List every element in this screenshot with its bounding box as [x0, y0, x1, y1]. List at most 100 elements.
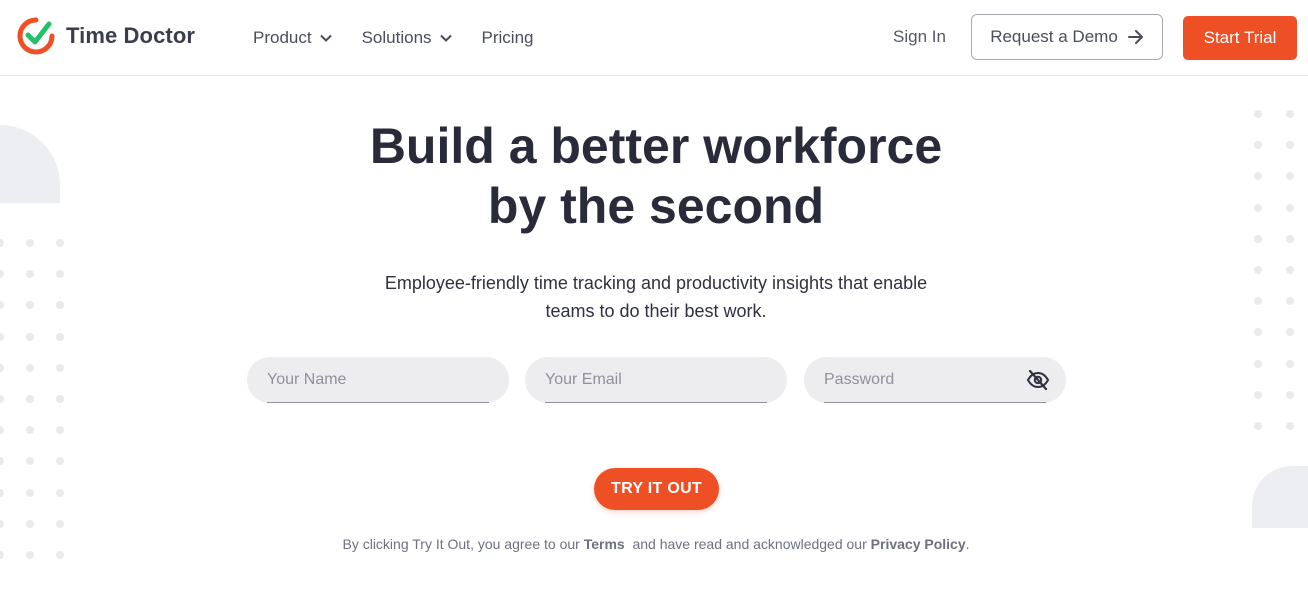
- name-field-wrapper: [247, 357, 509, 403]
- decorative-dot: [1286, 265, 1294, 274]
- time-doctor-logo-icon: [17, 17, 55, 55]
- decorative-dot: [1286, 110, 1294, 118]
- nav-item-label: Pricing: [481, 28, 534, 47]
- decorative-dot: [56, 332, 64, 341]
- nav-item-solutions[interactable]: Solutions: [362, 28, 452, 48]
- input-underline: [267, 402, 489, 403]
- password-field-wrapper: [804, 357, 1066, 403]
- decorative-dot: [26, 301, 34, 310]
- nav-item-label: Solutions: [361, 28, 432, 47]
- hero-headline: Build a better workforce by the second: [300, 116, 1012, 236]
- email-input[interactable]: [545, 357, 765, 403]
- arrow-right-icon: [1127, 30, 1143, 44]
- decorative-dot: [26, 270, 34, 279]
- decorative-dot: [0, 239, 4, 247]
- subline-line-1: Employee-friendly time tracking and prod…: [384, 273, 928, 293]
- decorative-dot: [1254, 110, 1262, 118]
- headline-line-1: Build a better workforce: [369, 118, 943, 174]
- email-field-wrapper: [525, 357, 787, 403]
- headline-line-2: by the second: [487, 178, 825, 234]
- decorative-dot: [26, 239, 34, 247]
- input-underline: [824, 402, 1046, 403]
- main-nav: Product Solutions Pricing: [253, 0, 564, 76]
- chevron-down-icon: [319, 34, 332, 42]
- decorative-dot: [1254, 328, 1262, 337]
- decorative-dot: [0, 426, 4, 435]
- brand-logo[interactable]: Time Doctor: [16, 16, 195, 56]
- decorative-dot: [56, 301, 64, 310]
- name-input[interactable]: [267, 357, 487, 403]
- decorative-dot: [1254, 234, 1262, 243]
- decorative-dot: [1286, 328, 1294, 337]
- legal-prefix: By clicking Try It Out, you agree to our: [342, 536, 580, 552]
- decorative-dot: [56, 519, 64, 528]
- try-it-out-button[interactable]: TRY IT OUT: [594, 468, 719, 510]
- decorative-dot: [0, 394, 4, 403]
- decorative-dot: [1286, 359, 1294, 368]
- input-underline: [545, 402, 767, 403]
- decorative-dot: [1286, 203, 1294, 212]
- legal-middle: and have read and acknowledged our: [632, 536, 867, 552]
- password-input[interactable]: [824, 357, 1044, 403]
- request-demo-button[interactable]: Request a Demo: [971, 14, 1163, 60]
- chevron-down-icon: [439, 34, 452, 42]
- legal-disclaimer: By clicking Try It Out, you agree to our…: [300, 536, 1012, 552]
- decorative-dot: [1286, 297, 1294, 306]
- decorative-dot: [26, 488, 34, 497]
- decorative-dot: [1286, 421, 1294, 430]
- decorative-dot: [26, 457, 34, 466]
- decorative-dot-grid-right: [1254, 110, 1294, 430]
- decorative-dot: [56, 394, 64, 403]
- decorative-dot: [1286, 172, 1294, 181]
- decorative-dot: [26, 363, 34, 372]
- nav-item-product[interactable]: Product: [253, 28, 332, 48]
- decorative-dot: [26, 519, 34, 528]
- brand-name: Time Doctor: [66, 23, 196, 48]
- decorative-dot: [1286, 141, 1294, 150]
- hero-subheadline: Employee-friendly time tracking and prod…: [350, 269, 962, 325]
- eye-slash-icon[interactable]: [1026, 368, 1050, 392]
- decorative-dot: [0, 332, 4, 341]
- sign-in-link[interactable]: Sign In: [893, 27, 946, 47]
- decorative-dot: [26, 394, 34, 403]
- privacy-policy-link[interactable]: Privacy Policy: [871, 536, 966, 552]
- start-trial-button[interactable]: Start Trial: [1183, 16, 1297, 60]
- decorative-dot: [56, 488, 64, 497]
- decorative-shape-left: [0, 125, 60, 203]
- nav-item-label: Product: [253, 28, 312, 47]
- subline-line-2: teams to do their best work.: [545, 301, 767, 321]
- decorative-dot: [0, 550, 4, 559]
- decorative-dot: [1254, 421, 1262, 430]
- decorative-dot: [56, 457, 64, 466]
- decorative-dot: [1254, 172, 1262, 181]
- decorative-dot-grid-left: [0, 239, 64, 559]
- decorative-dot: [0, 301, 4, 310]
- decorative-dot: [56, 270, 64, 279]
- decorative-dot: [56, 363, 64, 372]
- decorative-dot: [0, 363, 4, 372]
- decorative-dot: [26, 550, 34, 559]
- decorative-dot: [56, 239, 64, 247]
- decorative-dot: [0, 270, 4, 279]
- decorative-dot: [0, 457, 4, 466]
- decorative-dot: [1286, 234, 1294, 243]
- terms-link[interactable]: Terms: [584, 536, 625, 552]
- decorative-dot: [1254, 141, 1262, 150]
- decorative-dot: [1254, 265, 1262, 274]
- decorative-shape-right: [1252, 466, 1308, 528]
- request-demo-label: Request a Demo: [990, 27, 1118, 46]
- top-navigation-bar: Time Doctor Product Solutions Pricing Si…: [0, 0, 1308, 76]
- decorative-dot: [26, 332, 34, 341]
- decorative-dot: [0, 488, 4, 497]
- nav-item-pricing[interactable]: Pricing: [482, 28, 534, 48]
- decorative-dot: [1254, 203, 1262, 212]
- decorative-dot: [26, 426, 34, 435]
- decorative-dot: [1254, 297, 1262, 306]
- decorative-dot: [56, 550, 64, 559]
- decorative-dot: [56, 426, 64, 435]
- decorative-dot: [1286, 390, 1294, 399]
- decorative-dot: [0, 519, 4, 528]
- decorative-dot: [1254, 390, 1262, 399]
- decorative-dot: [1254, 359, 1262, 368]
- legal-suffix: .: [965, 536, 970, 552]
